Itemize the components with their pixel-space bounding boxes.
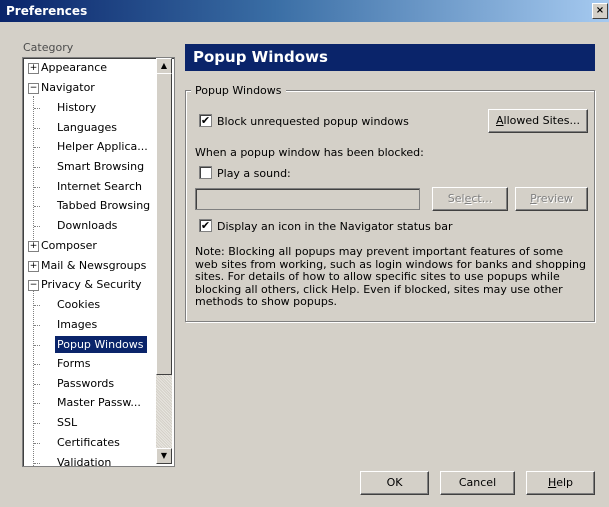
tree-branch: [34, 305, 40, 306]
tree-branch: [34, 463, 40, 464]
expand-icon[interactable]: +: [28, 261, 39, 272]
tree-branch: [34, 403, 40, 404]
cancel-button[interactable]: Cancel: [440, 471, 515, 495]
tree-connector: [33, 96, 34, 242]
allowed-sites-button[interactable]: Allowed Sites...: [488, 109, 588, 133]
tree-branch: [34, 147, 40, 148]
tree-branch: [34, 364, 40, 365]
blocked-heading: When a popup window has been blocked:: [195, 146, 424, 159]
tree-branch: [34, 423, 40, 424]
select-label-pre: Sel: [447, 192, 465, 205]
play-sound-label[interactable]: Play a sound:: [217, 167, 291, 180]
collapse-icon[interactable]: −: [28, 280, 39, 291]
tree-item-validation[interactable]: Validation: [55, 454, 114, 466]
preview-sound-button[interactable]: Preview: [515, 187, 588, 211]
block-popups-label[interactable]: Block unrequested popup windows: [217, 115, 409, 128]
tree-item-appearance[interactable]: Appearance: [39, 59, 110, 76]
note-text: Note: Blocking all popups may prevent im…: [195, 245, 587, 309]
ok-button[interactable]: OK: [360, 471, 429, 495]
tree-branch: [34, 206, 40, 207]
allowed-sites-accesskey: A: [496, 114, 504, 127]
tree-item-navigator[interactable]: Navigator: [39, 79, 98, 96]
tree-item-composer[interactable]: Composer: [39, 237, 100, 254]
tree-item-privacy-security[interactable]: Privacy & Security: [39, 276, 145, 293]
window-title: Preferences: [6, 4, 88, 18]
block-popups-checkbox[interactable]: ✔: [199, 114, 212, 127]
tree-branch: [34, 345, 40, 346]
tree-item-forms[interactable]: Forms: [55, 355, 93, 372]
tree-item-passwords[interactable]: Passwords: [55, 375, 117, 392]
collapse-icon[interactable]: −: [28, 83, 39, 94]
expand-icon[interactable]: +: [28, 63, 39, 74]
page-title: Popup Windows: [185, 44, 595, 71]
display-icon-label[interactable]: Display an icon in the Navigator status …: [217, 220, 453, 233]
preview-label-post: review: [536, 192, 573, 205]
tree-item-tabbed-browsing[interactable]: Tabbed Browsing: [55, 197, 153, 214]
tree-branch: [34, 384, 40, 385]
tree-item-images[interactable]: Images: [55, 316, 100, 333]
select-label-post: ct...: [471, 192, 493, 205]
select-sound-button[interactable]: Select...: [432, 187, 508, 211]
tree-branch: [34, 226, 40, 227]
tree-item-ssl[interactable]: SSL: [55, 414, 80, 431]
tree-item-master-password[interactable]: Master Passw...: [55, 394, 144, 411]
tree-branch: [34, 108, 40, 109]
category-tree[interactable]: + Appearance − Navigator History Languag…: [22, 57, 175, 467]
group-title: Popup Windows: [191, 84, 286, 97]
title-bar: Preferences ×: [0, 0, 609, 22]
tree-item-internet-search[interactable]: Internet Search: [55, 178, 145, 195]
tree-branch: [34, 167, 40, 168]
tree-item-languages[interactable]: Languages: [55, 119, 120, 136]
tree-item-helper-applications[interactable]: Helper Applica...: [55, 138, 151, 155]
allowed-sites-label-post: llowed Sites...: [503, 114, 580, 127]
close-icon[interactable]: ×: [592, 3, 608, 19]
tree-item-history[interactable]: History: [55, 99, 99, 116]
play-sound-checkbox[interactable]: [199, 166, 212, 179]
category-label: Category: [23, 41, 74, 54]
tree-item-smart-browsing[interactable]: Smart Browsing: [55, 158, 147, 175]
expand-icon[interactable]: +: [28, 241, 39, 252]
tree-branch: [34, 325, 40, 326]
tree-item-mail-newsgroups[interactable]: Mail & Newsgroups: [39, 257, 149, 274]
help-button[interactable]: Help: [526, 471, 595, 495]
scroll-down-icon[interactable]: ▼: [156, 448, 172, 464]
tree-scrollbar[interactable]: ▲ ▼: [156, 58, 172, 464]
help-label-post: elp: [556, 476, 574, 489]
tree-connector: [33, 291, 34, 466]
display-icon-checkbox[interactable]: ✔: [199, 219, 212, 232]
tree-item-cookies[interactable]: Cookies: [55, 296, 103, 313]
tree-item-downloads[interactable]: Downloads: [55, 217, 120, 234]
sound-path-field[interactable]: [195, 188, 420, 210]
tree-branch: [34, 128, 40, 129]
tree-branch: [34, 187, 40, 188]
tree-item-popup-windows[interactable]: Popup Windows: [55, 336, 147, 353]
scroll-thumb[interactable]: [156, 73, 172, 375]
tree-item-certificates[interactable]: Certificates: [55, 434, 123, 451]
tree-branch: [34, 443, 40, 444]
help-accesskey: H: [547, 476, 557, 489]
scroll-up-icon[interactable]: ▲: [156, 58, 172, 74]
